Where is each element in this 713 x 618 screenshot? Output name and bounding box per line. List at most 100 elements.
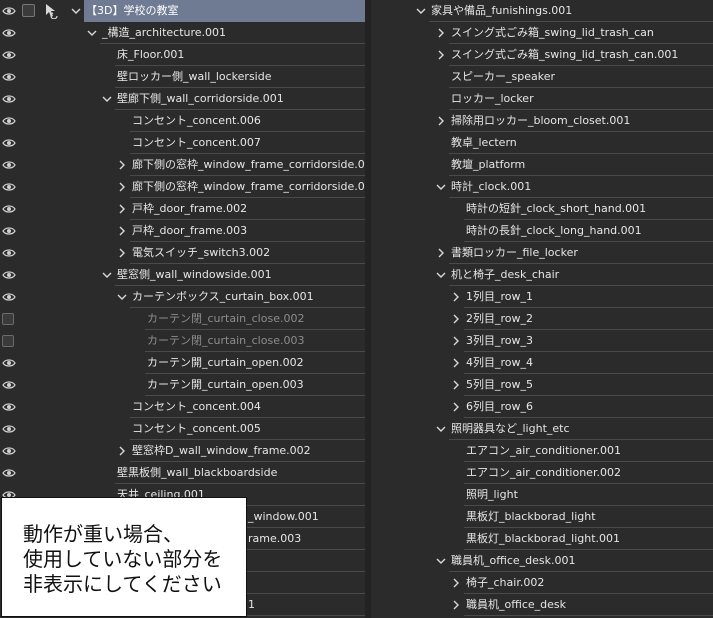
select-layer-icon[interactable] (44, 3, 60, 22)
layer-row[interactable]: 壁窓側_wall_windowside.001 (0, 264, 365, 286)
chevron-right-icon[interactable] (450, 401, 462, 413)
eye-icon[interactable] (2, 379, 16, 391)
eye-icon[interactable] (2, 71, 16, 83)
layer-row[interactable]: 時計_clock.001 (371, 176, 713, 198)
layer-row[interactable]: エアコン_air_conditioner.001 (371, 440, 713, 462)
eye-icon[interactable] (2, 269, 16, 281)
eye-icon[interactable] (2, 225, 16, 237)
layer-row[interactable]: 家具や備品_funishings.001 (371, 0, 713, 22)
eye-icon[interactable] (2, 401, 16, 413)
eye-icon[interactable] (2, 467, 16, 479)
eye-icon[interactable] (2, 247, 16, 259)
layer-row[interactable]: 黒板灯_blackborad_light (371, 506, 713, 528)
layer-row[interactable]: コンセント_concent.005 (0, 418, 365, 440)
layer-row[interactable]: 書類ロッカー_file_locker (371, 242, 713, 264)
eye-icon[interactable] (2, 203, 16, 215)
eye-icon[interactable] (2, 445, 16, 457)
layer-row[interactable]: 机と椅子_desk_chair (371, 264, 713, 286)
layer-row[interactable]: 6列目_row_6 (371, 396, 713, 418)
layer-row[interactable]: スイング式ごみ箱_swing_lid_trash_can (371, 22, 713, 44)
chevron-right-icon[interactable] (450, 313, 462, 325)
layer-row[interactable]: 戸枠_door_frame.002 (0, 198, 365, 220)
layer-row[interactable]: カーテン開_curtain_open.003 (0, 374, 365, 396)
layer-row[interactable]: エアコン_air_conditioner.002 (371, 462, 713, 484)
layer-row[interactable]: 電気スイッチ_switch3.002 (0, 242, 365, 264)
layer-row[interactable]: スイング式ごみ箱_swing_lid_trash_can.001 (371, 44, 713, 66)
chevron-right-icon[interactable] (435, 27, 447, 39)
layer-row[interactable]: 時計の長針_clock_long_hand.001 (371, 220, 713, 242)
layer-row[interactable]: ロッカー_locker (371, 88, 713, 110)
layer-row[interactable]: 床_Floor.001 (0, 44, 365, 66)
layer-row[interactable]: カーテン開_curtain_open.002 (0, 352, 365, 374)
eye-icon[interactable] (2, 93, 16, 105)
layer-row[interactable]: 壁黒板側_wall_blackboardside (0, 462, 365, 484)
chevron-down-icon[interactable] (415, 5, 427, 17)
layer-row[interactable]: 職員机_office_desk (371, 594, 713, 616)
eye-icon[interactable] (2, 181, 16, 193)
eye-icon[interactable] (2, 27, 16, 39)
eye-icon[interactable] (2, 5, 16, 17)
visibility-off-checkbox[interactable] (2, 313, 14, 325)
chevron-right-icon[interactable] (116, 445, 128, 457)
chevron-down-icon[interactable] (70, 5, 82, 17)
layer-row[interactable]: 1列目_row_1 (371, 286, 713, 308)
layer-row[interactable]: 2列目_row_2 (371, 308, 713, 330)
layer-row[interactable]: 壁ロッカー側_wall_lockerside (0, 66, 365, 88)
chevron-down-icon[interactable] (435, 269, 447, 281)
chevron-down-icon[interactable] (116, 291, 128, 303)
chevron-right-icon[interactable] (116, 203, 128, 215)
layer-row[interactable]: 照明器具など_light_etc (371, 418, 713, 440)
chevron-down-icon[interactable] (435, 181, 447, 193)
eye-icon[interactable] (2, 115, 16, 127)
layer-row[interactable]: 教卓_lectern (371, 132, 713, 154)
layer-row[interactable]: カーテン閉_curtain_close.002 (0, 308, 365, 330)
layer-row[interactable]: 廊下側の窓枠_window_frame_corridorside.002 (0, 154, 365, 176)
chevron-right-icon[interactable] (450, 291, 462, 303)
chevron-right-icon[interactable] (116, 247, 128, 259)
eye-icon[interactable] (2, 137, 16, 149)
layer-row[interactable]: 壁窓枠D_wall_window_frame.002 (0, 440, 365, 462)
eye-icon[interactable] (2, 357, 16, 369)
chevron-right-icon[interactable] (116, 181, 128, 193)
chevron-right-icon[interactable] (450, 357, 462, 369)
eye-icon[interactable] (2, 423, 16, 435)
layer-row[interactable]: 3列目_row_3 (371, 330, 713, 352)
chevron-down-icon[interactable] (435, 423, 447, 435)
layer-lock-checkbox[interactable] (22, 4, 35, 17)
layer-row[interactable]: 職員机_office_desk.001 (371, 550, 713, 572)
eye-icon[interactable] (2, 159, 16, 171)
layer-row[interactable]: 5列目_row_5 (371, 374, 713, 396)
chevron-down-icon[interactable] (101, 269, 113, 281)
chevron-right-icon[interactable] (435, 247, 447, 259)
chevron-right-icon[interactable] (116, 159, 128, 171)
eye-icon[interactable] (2, 49, 16, 61)
layer-row[interactable]: 4列目_row_4 (371, 352, 713, 374)
chevron-right-icon[interactable] (435, 115, 447, 127)
visibility-off-checkbox[interactable] (2, 335, 14, 347)
chevron-right-icon[interactable] (450, 599, 462, 611)
chevron-right-icon[interactable] (450, 335, 462, 347)
chevron-right-icon[interactable] (450, 577, 462, 589)
layer-row[interactable]: カーテン閉_curtain_close.003 (0, 330, 365, 352)
layer-row[interactable]: コンセント_concent.004 (0, 396, 365, 418)
layer-row[interactable]: 教壇_platform (371, 154, 713, 176)
layer-row[interactable]: 壁廊下側_wall_corridorside.001 (0, 88, 365, 110)
layer-row[interactable]: 掃除用ロッカー_bloom_closet.001 (371, 110, 713, 132)
eye-icon[interactable] (2, 291, 16, 303)
chevron-down-icon[interactable] (86, 27, 98, 39)
layer-row[interactable]: 黒板灯_blackborad_light.001 (371, 528, 713, 550)
layer-row[interactable]: 【3D】学校の教室 (0, 0, 365, 22)
chevron-right-icon[interactable] (116, 225, 128, 237)
chevron-down-icon[interactable] (435, 555, 447, 567)
chevron-right-icon[interactable] (450, 379, 462, 391)
chevron-down-icon[interactable] (101, 93, 113, 105)
layer-row[interactable]: _構造_architecture.001 (0, 22, 365, 44)
layer-row[interactable]: 椅子_chair.002 (371, 572, 713, 594)
layer-row[interactable]: 照明_light (371, 484, 713, 506)
layer-row[interactable]: 廊下側の窓枠_window_frame_corridorside.003 (0, 176, 365, 198)
chevron-right-icon[interactable] (435, 49, 447, 61)
layer-row[interactable]: 時計の短針_clock_short_hand.001 (371, 198, 713, 220)
layer-row[interactable]: カーテンボックス_curtain_box.001 (0, 286, 365, 308)
layer-row[interactable]: スピーカー_speaker (371, 66, 713, 88)
layer-row[interactable]: コンセント_concent.007 (0, 132, 365, 154)
